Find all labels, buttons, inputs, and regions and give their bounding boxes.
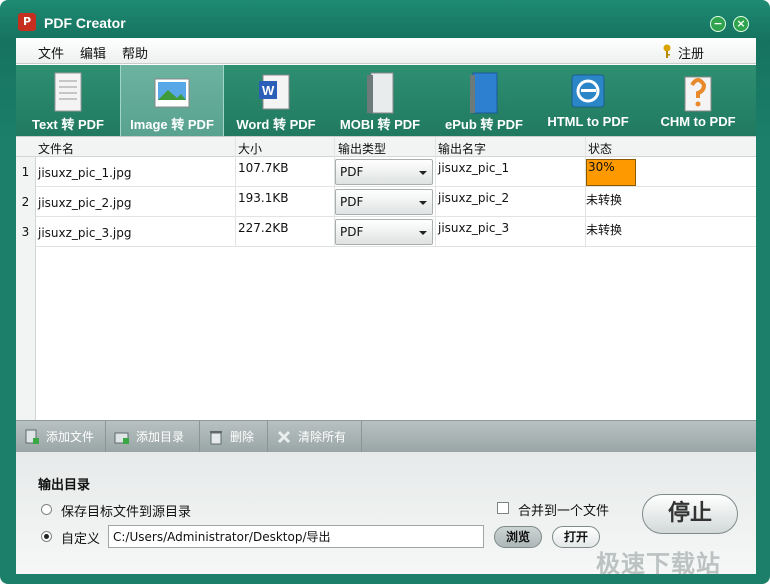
key-icon [663, 44, 671, 58]
trash-icon [210, 431, 222, 445]
mobi-book-icon [367, 72, 394, 114]
row-number: 1 [16, 157, 36, 187]
menu-file[interactable]: 文件 [38, 43, 64, 62]
cell-output-name: jisuxz_pic_2 [438, 191, 510, 205]
table-row[interactable]: 1 jisuxz_pic_1.jpg 107.7KB PDF jisuxz_pi… [16, 157, 756, 187]
browse-button[interactable]: 浏览 [494, 526, 542, 548]
register-link[interactable]: 注册 [678, 43, 704, 62]
open-button[interactable]: 打开 [552, 526, 600, 548]
cell-size: 193.1KB [238, 191, 289, 205]
action-bar: 添加文件 添加目录 删除 清除所有 [16, 420, 756, 453]
clear-all-label: 清除所有 [298, 430, 347, 444]
delete-button[interactable]: 删除 [200, 421, 268, 453]
status-progress: 30% [586, 159, 636, 186]
menu-edit[interactable]: 编辑 [80, 43, 106, 62]
text-doc-icon [54, 72, 82, 112]
app-window: P PDF Creator − × 文件 编辑 帮助 注册 Text 转 PDF [0, 0, 770, 584]
custom-label[interactable]: 自定义 [61, 528, 100, 547]
menu-help[interactable]: 帮助 [122, 43, 148, 62]
output-path-input[interactable] [108, 525, 484, 548]
stop-button[interactable]: 停止 [642, 494, 738, 534]
client-area: 文件 编辑 帮助 注册 Text 转 PDF Image 转 PDF W Wor… [16, 38, 756, 578]
minimize-button[interactable]: − [710, 16, 726, 32]
grid-header: 文件名 大小 输出类型 输出名字 状态 [16, 137, 756, 157]
clear-all-button[interactable]: 清除所有 [268, 421, 362, 453]
save-to-source-label[interactable]: 保存目标文件到源目录 [61, 501, 191, 520]
merge-checkbox[interactable] [497, 502, 509, 514]
tool-label: Word 转 PDF [236, 117, 316, 132]
cell-filename: jisuxz_pic_1.jpg [38, 166, 132, 180]
tool-label: Text 转 PDF [32, 117, 104, 132]
epub-book-icon [470, 72, 498, 114]
cell-status: 未转换 [586, 193, 623, 207]
select-value: PDF [340, 165, 364, 179]
output-dir-title: 输出目录 [38, 478, 91, 493]
chevron-down-icon [419, 201, 427, 205]
output-type-select[interactable]: PDF [335, 159, 433, 185]
title-bar[interactable]: P PDF Creator − × [0, 0, 770, 38]
file-grid: 文件名 大小 输出类型 输出名字 状态 1 jisuxz_pic_1.jpg 1… [16, 136, 756, 459]
radio-custom[interactable] [41, 531, 52, 542]
window-title: PDF Creator [44, 15, 126, 31]
cell-output-name: jisuxz_pic_3 [438, 221, 510, 235]
clear-x-icon [277, 430, 291, 444]
add-folder-icon [114, 432, 129, 444]
chevron-down-icon [419, 171, 427, 175]
table-row[interactable]: 2 jisuxz_pic_2.jpg 193.1KB PDF jisuxz_pi… [16, 187, 756, 217]
svg-text:W: W [262, 83, 275, 98]
merge-label[interactable]: 合并到一个文件 [518, 500, 609, 519]
add-directory-label: 添加目录 [136, 430, 185, 444]
cell-status: 未转换 [586, 223, 623, 237]
chevron-down-icon [419, 231, 427, 235]
add-directory-button[interactable]: 添加目录 [106, 421, 200, 453]
radio-save-to-source[interactable] [41, 504, 52, 515]
chm-icon [684, 76, 712, 112]
image-icon [154, 78, 190, 108]
output-panel: 输出目录 保存目标文件到源目录 自定义 合并到一个文件 浏览 打开 停止 极速下… [16, 452, 756, 578]
header-output-type[interactable]: 输出类型 [338, 140, 386, 157]
header-size[interactable]: 大小 [238, 140, 262, 157]
tool-label: ePub 转 PDF [444, 117, 523, 132]
pdf-app-icon: P [18, 13, 36, 31]
header-filename[interactable]: 文件名 [38, 140, 74, 157]
tool-label: HTML to PDF [547, 114, 629, 129]
close-button[interactable]: × [733, 16, 749, 32]
delete-label: 删除 [230, 430, 255, 444]
tool-label: CHM to PDF [660, 114, 736, 129]
table-row[interactable]: 3 jisuxz_pic_3.jpg 227.2KB PDF jisuxz_pi… [16, 217, 756, 247]
add-file-button[interactable]: 添加文件 [16, 421, 106, 453]
cell-filename: jisuxz_pic_2.jpg [38, 196, 132, 210]
cell-filename: jisuxz_pic_3.jpg [38, 226, 132, 240]
cell-size: 227.2KB [238, 221, 289, 235]
row-number: 3 [16, 217, 36, 247]
menu-bar: 文件 编辑 帮助 注册 [16, 38, 756, 64]
header-status[interactable]: 状态 [588, 140, 612, 157]
output-type-select[interactable]: PDF [335, 219, 433, 245]
output-type-select[interactable]: PDF [335, 189, 433, 215]
add-file-label: 添加文件 [46, 430, 95, 444]
header-output-name[interactable]: 输出名字 [438, 140, 486, 157]
word-icon: W [259, 74, 290, 110]
select-value: PDF [340, 225, 364, 239]
add-file-icon [25, 429, 39, 444]
tool-label: Image 转 PDF [130, 117, 214, 132]
cell-size: 107.7KB [238, 161, 289, 175]
watermark-text: 极速下载站 [596, 550, 721, 578]
html-icon [571, 74, 605, 108]
row-number: 2 [16, 187, 36, 217]
select-value: PDF [340, 195, 364, 209]
tool-label: MOBI 转 PDF [339, 117, 421, 132]
cell-output-name: jisuxz_pic_1 [438, 161, 510, 175]
